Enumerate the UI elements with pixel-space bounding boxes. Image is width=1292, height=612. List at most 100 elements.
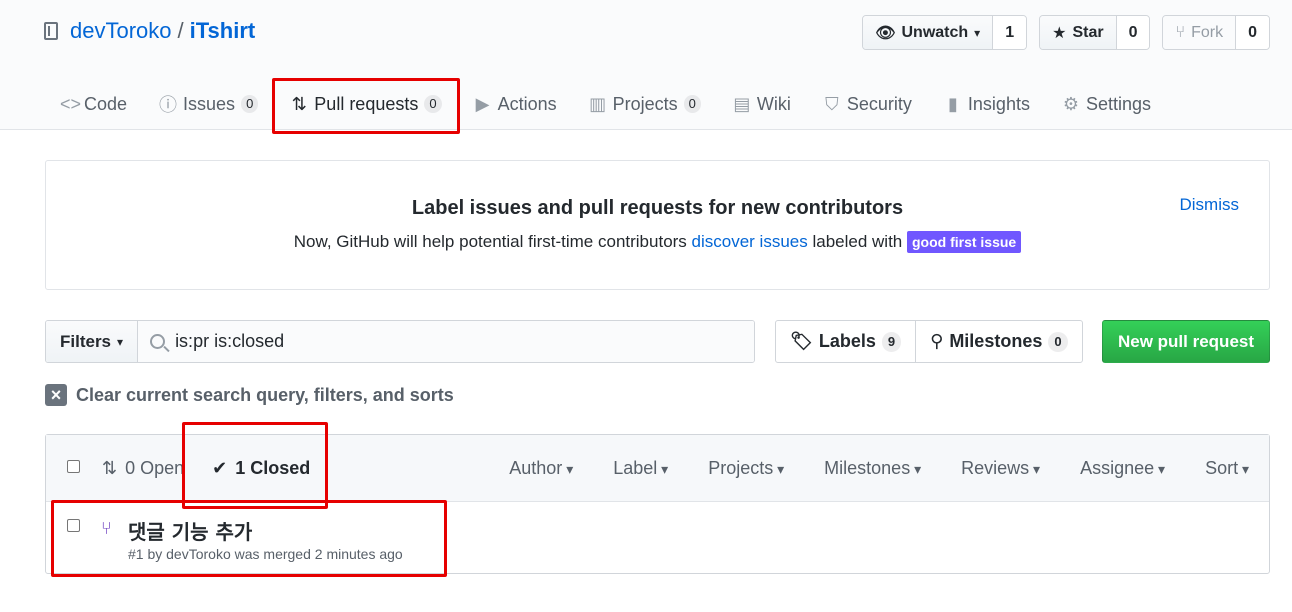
milestones-count: 0 [1048, 331, 1068, 352]
tab-label: Code [84, 93, 128, 114]
clear-filters-label: Clear current search query, filters, and… [76, 384, 454, 405]
tab-label: Wiki [756, 93, 791, 114]
banner-text: Now, GitHub will help potential first-ti… [46, 231, 1269, 253]
star-group: ★ Star 0 [1039, 15, 1151, 50]
assignee-dropdown[interactable]: Assignee [1080, 458, 1165, 479]
tab-code[interactable]: <> Code [44, 78, 143, 130]
author-dropdown[interactable]: Author [509, 458, 573, 479]
tab-label: Settings [1085, 93, 1152, 114]
tab-counter: 0 [241, 95, 259, 113]
tab-counter: 0 [424, 95, 442, 113]
filters-search: Filters ▾ is:pr is:closed [45, 320, 755, 363]
repo-separator: / [177, 18, 184, 43]
dismiss-button[interactable]: Dismiss [1180, 195, 1240, 215]
pull-requests-table: ⇅ 0 Open ✔ 1 Closed Author Label Project… [45, 422, 1270, 577]
good-first-issue-label[interactable]: good first issue [906, 231, 1022, 253]
clear-filters[interactable]: × Clear current search query, filters, a… [45, 384, 454, 406]
repo-owner-link[interactable]: devToroko [70, 18, 172, 44]
open-filter[interactable]: ⇅ 0 Open [102, 458, 184, 479]
reviews-dropdown[interactable]: Reviews [961, 458, 1040, 479]
tab-security[interactable]: ⛉ Security [807, 78, 928, 130]
table-filter-menus: Author Label Projects Milestones Reviews… [509, 435, 1249, 502]
state-filters: ⇅ 0 Open ✔ 1 Closed [102, 422, 329, 509]
milestones-label: Milestones [949, 331, 1043, 351]
open-label: 0 Open [125, 458, 185, 478]
search-input[interactable]: is:pr is:closed [138, 321, 754, 362]
tag-icon: 🏷 [790, 331, 813, 351]
tab-pull-requests[interactable]: ⇅ Pull requests 0 [272, 78, 460, 134]
star-button[interactable]: ★ Star [1040, 16, 1117, 49]
tab-wiki[interactable]: ▤ Wiki [717, 78, 807, 130]
tab-settings[interactable]: ⚙ Settings [1046, 78, 1167, 130]
label-dropdown[interactable]: Label [613, 458, 668, 479]
tab-actions[interactable]: ▶ Actions [458, 78, 573, 130]
discover-issues-link[interactable]: discover issues [692, 232, 808, 251]
star-label: Star [1072, 23, 1104, 41]
closed-filter[interactable]: ✔ 1 Closed [182, 422, 329, 509]
tab-label: Security [846, 93, 912, 114]
milestone-icon: ⚲ [930, 331, 944, 351]
select-all-checkbox[interactable] [67, 460, 80, 473]
tab-insights[interactable]: ▮ Insights [928, 78, 1046, 130]
milestones-dropdown[interactable]: Milestones [824, 458, 921, 479]
fork-button[interactable]: ⑂ Fork [1163, 16, 1237, 49]
milestones-button[interactable]: ⚲ Milestones 0 [915, 321, 1081, 362]
tab-label: Insights [967, 93, 1030, 114]
projects-dropdown[interactable]: Projects [708, 458, 784, 479]
eye-icon: 👁 [875, 24, 896, 42]
fork-icon: ⑂ [1175, 23, 1186, 41]
graph-icon: ▮ [947, 93, 958, 114]
banner-text-after: labeled with [807, 232, 907, 251]
sort-dropdown[interactable]: Sort [1205, 458, 1249, 479]
repo-header: devToroko / iTshirt 👁 Unwatch ▾ 1 ★ Star… [0, 0, 1292, 134]
row-highlight-box [51, 500, 447, 577]
new-contributors-banner: Label issues and pull requests for new c… [45, 160, 1270, 290]
unwatch-label: Unwatch [901, 23, 969, 41]
table-header: ⇅ 0 Open ✔ 1 Closed Author Label Project… [46, 422, 1269, 509]
search-icon [150, 334, 166, 349]
labels-label: Labels [818, 331, 876, 351]
issue-icon: ⓘ [159, 95, 178, 115]
repo-actions: 👁 Unwatch ▾ 1 ★ Star 0 ⑂ Fork 0 [862, 15, 1270, 50]
tab-label: Projects [612, 93, 678, 114]
chevron-down-icon: ▾ [117, 334, 124, 349]
unwatch-button[interactable]: 👁 Unwatch ▾ [863, 16, 994, 49]
check-icon: ✔ [212, 458, 228, 478]
repo-nav: <> Code ⓘ Issues 0 ⇅ Pull requests 0 ▶ A… [44, 78, 1167, 134]
repo-icon [44, 22, 58, 40]
banner-text-before: Now, GitHub will help potential first-ti… [293, 232, 692, 251]
watch-count[interactable]: 1 [993, 16, 1027, 49]
book-icon: ▤ [733, 93, 751, 114]
gear-icon: ⚙ [1062, 93, 1080, 114]
pull-request-icon: ⇅ [102, 458, 118, 478]
filters-label: Filters [60, 331, 112, 351]
closed-label: 1 Closed [235, 458, 311, 478]
play-icon: ▶ [475, 93, 490, 114]
watch-group: 👁 Unwatch ▾ 1 [862, 15, 1028, 50]
new-pull-request-button[interactable]: New pull request [1102, 320, 1270, 363]
repo-name-link[interactable]: iTshirt [190, 18, 256, 44]
chevron-down-icon: ▾ [974, 25, 981, 40]
star-icon: ★ [1052, 24, 1067, 42]
star-count[interactable]: 0 [1116, 16, 1150, 49]
search-value: is:pr is:closed [175, 331, 285, 351]
shield-icon: ⛉ [825, 93, 839, 114]
fork-count[interactable]: 0 [1236, 16, 1269, 49]
fork-group: ⑂ Fork 0 [1162, 15, 1270, 50]
pull-request-icon: ⇅ [291, 93, 307, 114]
fork-label: Fork [1191, 23, 1224, 41]
labels-milestones: 🏷 Labels 9 ⚲ Milestones 0 [775, 320, 1083, 363]
tab-label: Pull requests [314, 93, 419, 114]
close-icon: × [45, 384, 67, 406]
tab-label: Issues [183, 93, 236, 114]
code-icon: <> [60, 93, 82, 114]
tab-label: Actions [497, 93, 557, 114]
tab-projects[interactable]: ▥ Projects 0 [573, 78, 717, 130]
tab-issues[interactable]: ⓘ Issues 0 [143, 78, 274, 130]
project-icon: ▥ [589, 93, 607, 114]
repo-title: devToroko / iTshirt [44, 18, 255, 44]
filters-button[interactable]: Filters ▾ [46, 321, 139, 362]
tab-counter: 0 [683, 95, 701, 113]
labels-button[interactable]: 🏷 Labels 9 [776, 321, 915, 362]
labels-count: 9 [881, 331, 902, 352]
